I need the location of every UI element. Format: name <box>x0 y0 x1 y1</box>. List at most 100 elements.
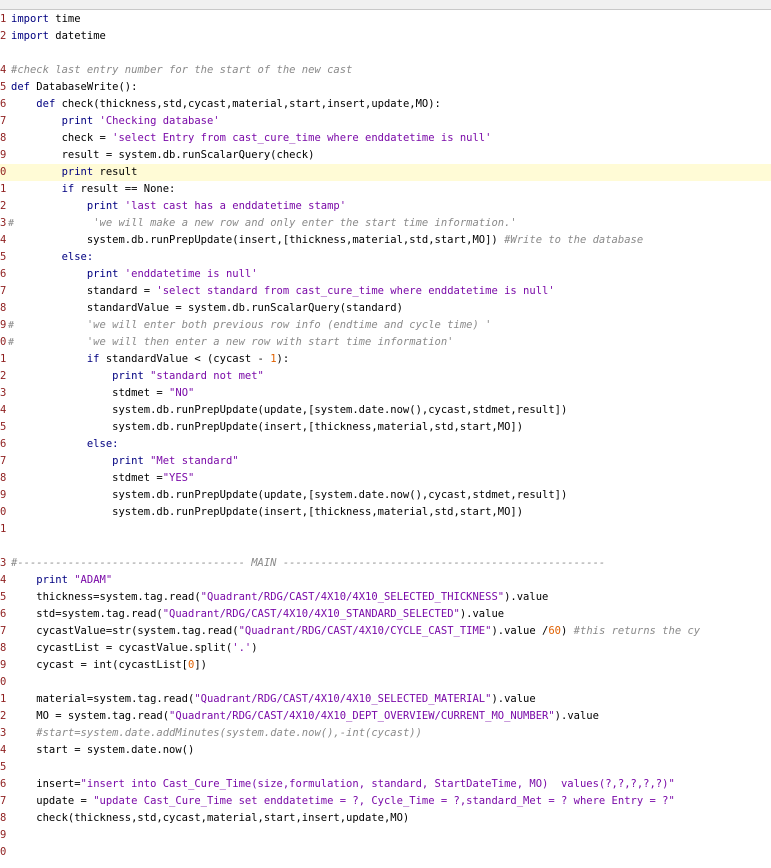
code-token: '.' <box>232 642 252 654</box>
line-number: 1 <box>0 353 7 365</box>
code-text: stdmet = "NO" <box>11 385 194 402</box>
code-line[interactable]: 2 print "standard not met" <box>0 368 771 385</box>
code-token: 'we will enter both previous row info (e… <box>86 319 492 331</box>
code-line[interactable]: 2 import datetime <box>0 28 771 45</box>
code-line[interactable]: 7 print 'Checking database' <box>0 113 771 130</box>
code-line[interactable]: 4 system.db.runPrepUpdate(update,[system… <box>0 402 771 419</box>
line-number: 8 <box>0 812 7 824</box>
code-line[interactable]: 9 cycast = int(cycastList[0]) <box>0 657 771 674</box>
code-token: standardValue = system.db.runScalarQuery… <box>11 302 403 314</box>
code-line[interactable]: 9 # 'we will enter both previous row info… <box>0 317 771 334</box>
code-line[interactable]: 6 else: <box>0 436 771 453</box>
code-token: std=system.tag.read( <box>11 608 163 620</box>
code-line[interactable]: 1 if standardValue < (cycast - 1): <box>0 351 771 368</box>
code-line[interactable]: 1 import time <box>0 11 771 28</box>
code-text: if standardValue < (cycast - 1): <box>11 351 289 368</box>
code-line[interactable]: 7 cycastValue=str(system.tag.read("Quadr… <box>0 623 771 640</box>
code-line[interactable]: 6 print 'enddatetime is null' <box>0 266 771 283</box>
line-number: 9 <box>0 659 7 671</box>
code-token: "update Cast_Cure_Time set enddatetime =… <box>93 795 675 807</box>
line-number: 7 <box>0 795 7 807</box>
code-token: ]) <box>194 659 207 671</box>
code-line[interactable] <box>0 538 771 555</box>
code-line[interactable]: 7 print "Met standard" <box>0 453 771 470</box>
code-text: standardValue = system.db.runScalarQuery… <box>11 300 403 317</box>
code-token: "insert into Cast_Cure_Time(size,formula… <box>80 778 675 790</box>
code-line[interactable]: 8 cycastList = cycastValue.split('.') <box>0 640 771 657</box>
code-text: print 'enddatetime is null' <box>11 266 258 283</box>
line-number: 2 <box>0 30 7 42</box>
code-line[interactable]: 5 else: <box>0 249 771 266</box>
code-text: print 'Checking database' <box>11 113 220 130</box>
code-editor[interactable]: 1 import time 2 import datetime 4 #check last… <box>0 0 771 868</box>
code-line[interactable]: 8 standardValue = system.db.runScalarQue… <box>0 300 771 317</box>
code-line[interactable]: 1 material=system.tag.read("Quadrant/RDG… <box>0 691 771 708</box>
line-number: 6 <box>0 268 7 280</box>
code-line[interactable]: 6 insert="insert into Cast_Cure_Time(siz… <box>0 776 771 793</box>
code-line[interactable]: 8 check(thickness,std,cycast,material,st… <box>0 810 771 827</box>
code-token: stdmet = <box>11 387 170 399</box>
code-line[interactable]: 9 <box>0 827 771 844</box>
code-line[interactable]: 5 def DatabaseWrite(): <box>0 79 771 96</box>
code-token: "Quadrant/RDG/CAST/4X10/4X10_STANDARD_SE… <box>162 608 460 620</box>
code-token: check = <box>11 132 113 144</box>
code-line[interactable]: 5 <box>0 759 771 776</box>
code-token: system.db.runPrepUpdate(update,[system.d… <box>11 404 568 416</box>
line-number: 2 <box>0 200 7 212</box>
code-token: print <box>61 166 94 178</box>
code-line[interactable]: 8 stdmet ="YES" <box>0 470 771 487</box>
code-line[interactable]: 8 check = 'select Entry from cast_cure_t… <box>0 130 771 147</box>
code-line[interactable]: 0 <box>0 674 771 691</box>
code-line[interactable]: 9 result = system.db.runScalarQuery(chec… <box>0 147 771 164</box>
code-line[interactable]: 0 # 'we will then enter a new row with st… <box>0 334 771 351</box>
code-line[interactable]: 4 system.db.runPrepUpdate(insert,[thickn… <box>0 232 771 249</box>
code-line[interactable] <box>0 45 771 62</box>
code-token: 'enddatetime is null' <box>124 268 258 280</box>
code-text: update = "update Cast_Cure_Time set endd… <box>11 793 675 810</box>
code-line[interactable]: 4 start = system.date.now() <box>0 742 771 759</box>
code-line[interactable]: 5 thickness=system.tag.read("Quadrant/RD… <box>0 589 771 606</box>
code-token: ).value <box>459 608 505 620</box>
code-line[interactable]: 3 stdmet = "NO" <box>0 385 771 402</box>
code-token: standardValue < (cycast - <box>99 353 271 365</box>
line-number: 5 <box>0 421 7 433</box>
code-line[interactable]: 7 update = "update Cast_Cure_Time set en… <box>0 793 771 810</box>
code-token: "YES" <box>162 472 195 484</box>
line-number: 3 <box>0 557 7 569</box>
code-line[interactable]: 4 print "ADAM" <box>0 572 771 589</box>
code-token: "Met standard" <box>150 455 239 467</box>
code-line[interactable]: 7 standard = 'select standard from cast_… <box>0 283 771 300</box>
code-line[interactable]: 9 system.db.runPrepUpdate(update,[system… <box>0 487 771 504</box>
code-token: 60 <box>548 625 562 637</box>
code-line[interactable]: 4 #check last entry number for the start … <box>0 62 771 79</box>
code-line[interactable]: 3 #------------------------------------ M… <box>0 555 771 572</box>
code-line[interactable]: 1 <box>0 521 771 538</box>
code-line[interactable]: 0 <box>0 844 771 861</box>
code-line[interactable]: 2 print 'last cast has a enddatetime sta… <box>0 198 771 215</box>
code-token: datetime <box>48 30 106 42</box>
code-text: 'we will make a new row and only enter t… <box>11 215 517 232</box>
code-line[interactable]: 1 if result == None: <box>0 181 771 198</box>
code-text: def check(thickness,std,cycast,material,… <box>11 96 441 113</box>
code-token: update = <box>11 795 94 807</box>
code-line[interactable]: 0 print result <box>0 164 771 181</box>
line-number: 3 <box>0 727 7 739</box>
line-number: 2 <box>0 370 7 382</box>
code-area[interactable]: 1 import time 2 import datetime 4 #check last… <box>0 11 771 861</box>
code-line[interactable]: 6 def check(thickness,std,cycast,materia… <box>0 96 771 113</box>
code-line[interactable]: 5 system.db.runPrepUpdate(insert,[thickn… <box>0 419 771 436</box>
code-line[interactable]: 6 std=system.tag.read("Quadrant/RDG/CAST… <box>0 606 771 623</box>
code-line[interactable]: 2 MO = system.tag.read("Quadrant/RDG/CAS… <box>0 708 771 725</box>
code-line[interactable]: 3 # 'we will make a new row and only ente… <box>0 215 771 232</box>
code-token: ) <box>251 642 258 654</box>
code-token: "Quadrant/RDG/CAST/4X10/4X10_DEPT_OVERVI… <box>169 710 555 722</box>
line-number: 9 <box>0 829 7 841</box>
code-line[interactable]: 3 #start=system.date.addMinutes(system.d… <box>0 725 771 742</box>
code-line[interactable]: 0 system.db.runPrepUpdate(insert,[thickn… <box>0 504 771 521</box>
